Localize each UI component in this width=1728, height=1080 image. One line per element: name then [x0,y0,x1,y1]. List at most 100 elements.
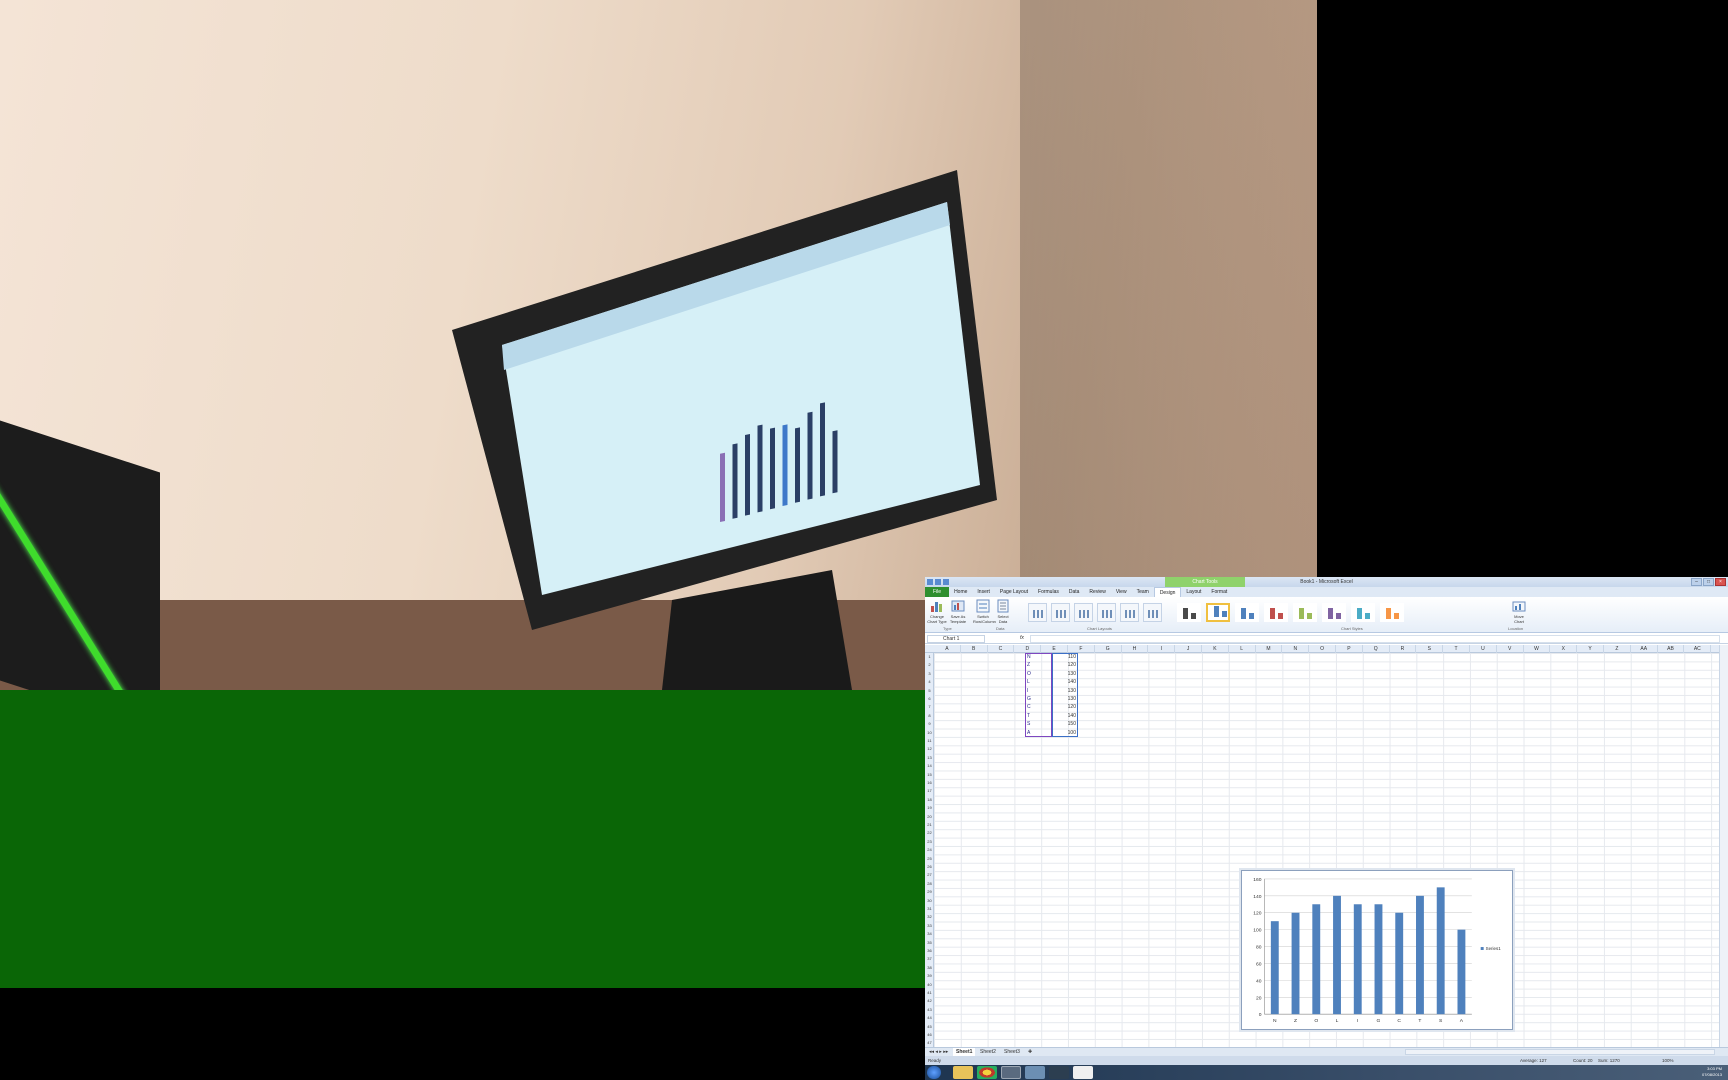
formula-input[interactable] [1030,635,1720,643]
row-header[interactable]: 22 [925,829,934,837]
row-header[interactable]: 2 [925,661,934,669]
row-header[interactable]: 39 [925,972,934,980]
row-header[interactable]: 33 [925,922,934,930]
column-header[interactable]: B [961,645,988,653]
tab-formulas[interactable]: Formulas [1033,587,1064,597]
system-clock[interactable]: 3:03 PM 07/08/2013 [1702,1066,1722,1078]
maximize-button[interactable]: □ [1703,578,1714,586]
bar[interactable] [1353,904,1362,1015]
start-button[interactable] [927,1066,941,1079]
column-header[interactable]: U [1470,645,1497,653]
column-header[interactable]: T [1443,645,1470,653]
tab-home[interactable]: Home [949,587,972,597]
row-header[interactable]: 35 [925,939,934,947]
app-taskbar-icon[interactable] [1025,1066,1045,1079]
column-header[interactable]: I [1148,645,1176,653]
column-header[interactable]: X [1550,645,1578,653]
column-header[interactable]: C [988,645,1015,653]
bar[interactable] [1333,895,1341,1015]
chart-style-5[interactable] [1293,603,1317,622]
column-header[interactable]: AC [1684,645,1712,653]
tab-data[interactable]: Data [1064,587,1085,597]
row-header[interactable]: 4 [925,678,934,686]
row-header[interactable]: 31 [925,905,934,913]
row-header[interactable]: 12 [925,745,934,753]
column-header[interactable]: G [1095,645,1122,653]
column-header[interactable]: V [1497,645,1524,653]
sheet-tab-1[interactable]: Sheet1 [953,1048,976,1056]
row-header[interactable]: 8 [925,712,934,720]
bar[interactable] [1312,904,1321,1015]
column-header[interactable]: L [1229,645,1256,653]
column-header[interactable]: Z [1604,645,1631,653]
row-header[interactable]: 13 [925,754,934,762]
select-data-button[interactable]: Select Data [995,599,1011,624]
legend-label[interactable]: Series1 [1486,946,1502,951]
row-header[interactable]: 20 [925,813,934,821]
embedded-chart[interactable]: 0 20 40 60 80 100 120 140 160 N Z O L I G C T S A Series1 [1241,870,1513,1030]
row-header[interactable]: 38 [925,964,934,972]
row-header[interactable]: 9 [925,720,934,728]
chart-style-2[interactable] [1206,603,1230,622]
zoom-level[interactable]: 100% [1662,1056,1674,1065]
tab-design[interactable]: Design [1153,587,1182,597]
row-header[interactable]: 34 [925,930,934,938]
move-chart-button[interactable]: Move Chart [1509,599,1529,624]
column-header[interactable]: M [1256,645,1283,653]
media-taskbar-icon[interactable] [1049,1066,1069,1079]
name-box[interactable]: Chart 1 [927,635,985,643]
row-header[interactable]: 43 [925,1006,934,1014]
minimize-button[interactable]: – [1691,578,1702,586]
row-header[interactable]: 7 [925,703,934,711]
row-header[interactable]: 36 [925,947,934,955]
row-header[interactable]: 14 [925,762,934,770]
bar[interactable] [1395,912,1404,1015]
chart-layout-1[interactable] [1028,603,1047,622]
change-chart-type-button[interactable]: Change Chart Type [927,599,947,624]
row-header[interactable]: 46 [925,1031,934,1039]
tab-layout[interactable]: Layout [1181,587,1206,597]
column-header[interactable]: A [934,645,961,653]
sheet-nav-arrows[interactable]: ◂◂ ◂ ▸ ▸▸ [926,1048,951,1056]
column-header[interactable]: K [1202,645,1229,653]
chart-style-3[interactable] [1235,603,1259,622]
row-header[interactable]: 1 [925,653,934,661]
chart-layout-4[interactable] [1097,603,1116,622]
column-header[interactable]: Q [1363,645,1390,653]
column-header[interactable]: AA [1631,645,1658,653]
tab-file[interactable]: File [925,587,950,597]
sheet-tab-3[interactable]: Sheet3 [1001,1048,1023,1056]
tab-review[interactable]: Review [1084,587,1110,597]
save-as-template-button[interactable]: Save As Template [948,599,968,624]
horizontal-scrollbar[interactable] [1405,1049,1715,1055]
switch-row-column-button[interactable]: Switch Row/Column [973,599,996,624]
bar[interactable] [1436,887,1445,1015]
row-header[interactable]: 28 [925,880,934,888]
row-header[interactable]: 26 [925,863,934,871]
row-header[interactable]: 42 [925,997,934,1005]
capture-taskbar-icon[interactable] [1073,1066,1093,1079]
column-header[interactable]: AB [1658,645,1685,653]
fx-icon[interactable]: fx [1020,635,1024,641]
row-header[interactable]: 17 [925,787,934,795]
bar[interactable] [1291,912,1300,1015]
row-header[interactable]: 10 [925,729,934,737]
column-header[interactable]: W [1524,645,1551,653]
row-header[interactable]: 44 [925,1014,934,1022]
row-header[interactable]: 16 [925,779,934,787]
row-header[interactable]: 18 [925,796,934,804]
column-header[interactable]: E [1041,645,1068,653]
row-header[interactable]: 25 [925,855,934,863]
row-header[interactable]: 3 [925,670,934,678]
column-header[interactable]: D [1014,645,1042,653]
row-header[interactable]: 11 [925,737,934,745]
explorer-taskbar-icon[interactable] [953,1066,973,1079]
chart-style-8[interactable] [1380,603,1404,622]
row-header[interactable]: 29 [925,888,934,896]
row-header[interactable]: 15 [925,771,934,779]
tab-view[interactable]: View [1111,587,1132,597]
column-header[interactable]: J [1175,645,1202,653]
tab-page-layout[interactable]: Page Layout [995,587,1033,597]
excel-taskbar-icon[interactable] [1001,1066,1021,1079]
tab-format[interactable]: Format [1206,587,1232,597]
